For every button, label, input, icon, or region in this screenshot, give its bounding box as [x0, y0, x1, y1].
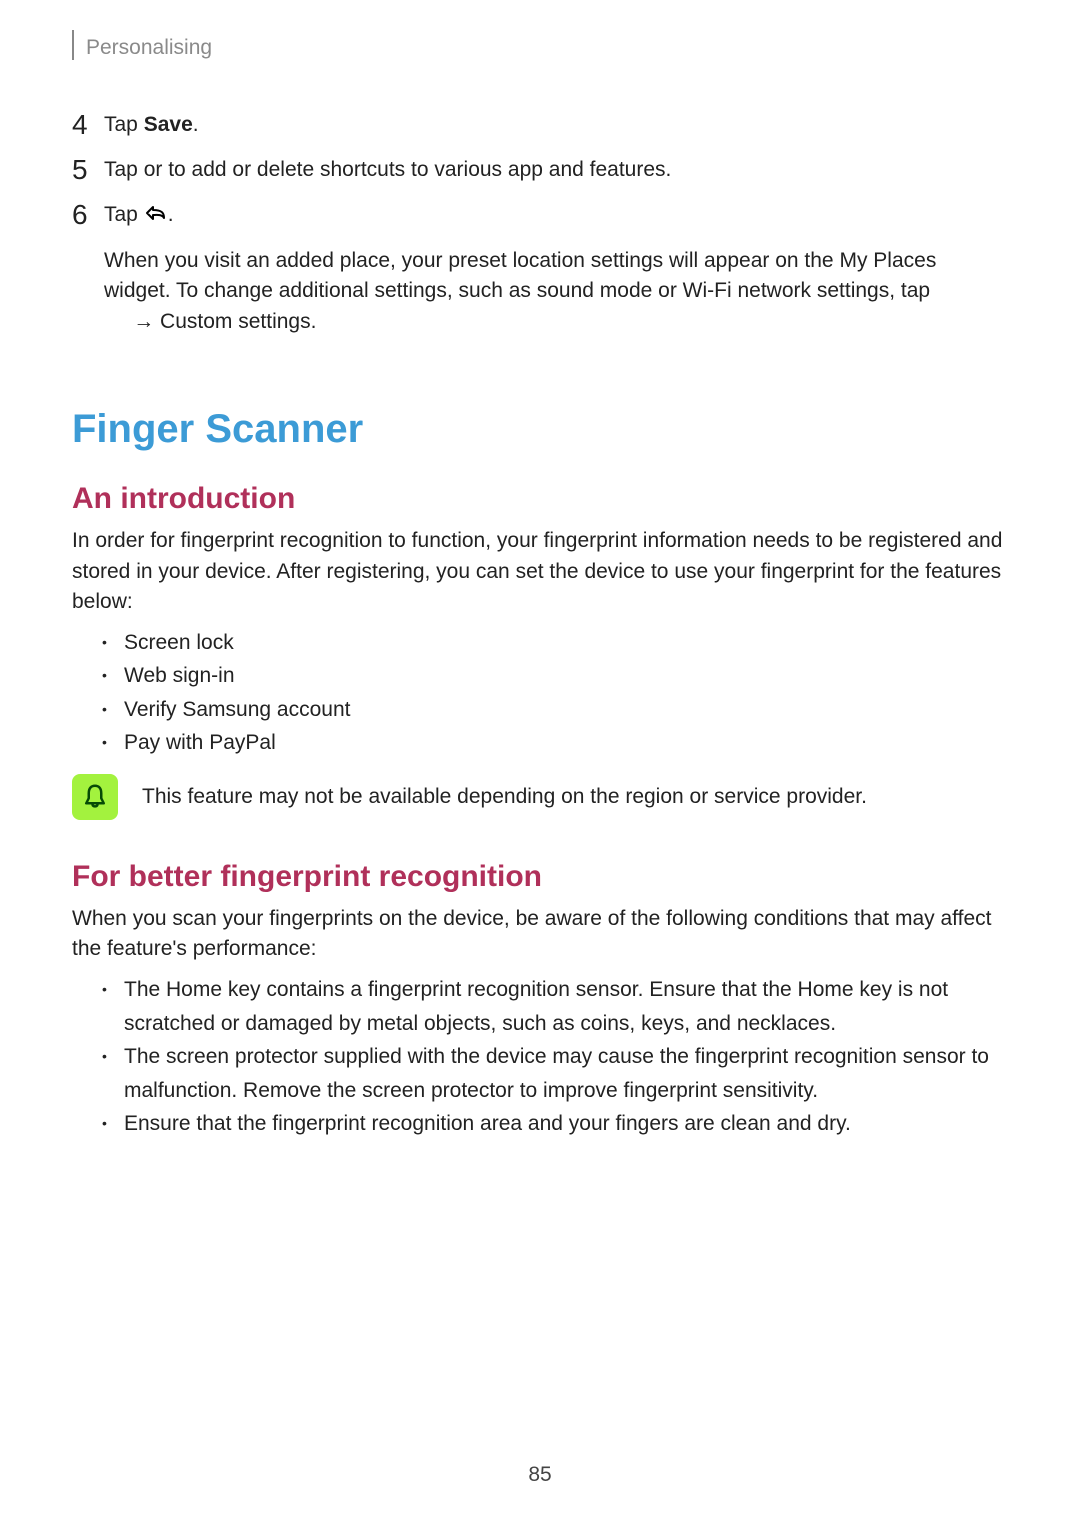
step-5: 5 Tap or to add or delete shortcuts to v…	[72, 155, 1008, 186]
subsection-an-introduction: An introduction	[72, 482, 1008, 516]
note-row: This feature may not be available depend…	[72, 774, 1008, 820]
step-4: 4 Tap Save.	[72, 110, 1008, 141]
better-paragraph: When you scan your fingerprints on the d…	[72, 904, 1008, 965]
text-period: .	[311, 310, 317, 333]
list-item: Ensure that the fingerprint recognition …	[102, 1107, 1008, 1141]
list-item: Verify Samsung account	[102, 693, 1008, 727]
list-item: The Home key contains a fingerprint reco…	[102, 973, 1008, 1040]
list-item: Web sign-in	[102, 659, 1008, 693]
better-conditions-list: The Home key contains a fingerprint reco…	[72, 973, 1008, 1141]
step-body: Tap Save.	[104, 110, 1008, 140]
list-item: The screen protector supplied with the d…	[102, 1040, 1008, 1107]
step-number: 4	[72, 110, 104, 141]
breadcrumb: Personalising	[86, 36, 212, 60]
section-title-finger-scanner: Finger Scanner	[72, 407, 1008, 452]
document-page: Personalising 4 Tap Save. 5 Tap or to ad…	[0, 0, 1080, 1527]
page-number: 85	[72, 1463, 1008, 1487]
text: widget. To change additional settings, s…	[104, 279, 677, 302]
step-6-paragraph: When you visit an added place, your pres…	[72, 246, 1008, 337]
list-item: Pay with PayPal	[102, 726, 1008, 760]
text-save: Save	[144, 113, 193, 136]
step-number: 5	[72, 155, 104, 186]
breadcrumb-container: Personalising	[72, 30, 1008, 60]
my-places-label: My Places	[839, 249, 936, 272]
text: When you visit an added place, your pres…	[104, 249, 799, 272]
intro-feature-list: Screen lock Web sign-in Verify Samsung a…	[72, 626, 1008, 760]
text-period: .	[193, 113, 199, 136]
text-tap: Tap	[104, 113, 138, 136]
text-period: .	[168, 203, 174, 226]
step-body: Tap .	[104, 200, 1008, 232]
back-icon	[144, 202, 168, 232]
list-item: Screen lock	[102, 626, 1008, 660]
subsection-better-recognition: For better fingerprint recognition	[72, 860, 1008, 894]
intro-paragraph: In order for fingerprint recognition to …	[72, 526, 1008, 617]
custom-settings-label: Custom settings	[160, 310, 311, 333]
bell-icon	[72, 774, 118, 820]
arrow-icon: →	[133, 310, 154, 333]
text-tap: Tap	[104, 203, 138, 226]
step-body: Tap or to add or delete shortcuts to var…	[104, 155, 1008, 185]
step-6: 6 Tap .	[72, 200, 1008, 232]
text: the	[804, 249, 833, 272]
step-number: 6	[72, 200, 104, 231]
text: Wi-Fi network settings, tap	[683, 279, 930, 302]
note-text: This feature may not be available depend…	[142, 782, 867, 812]
